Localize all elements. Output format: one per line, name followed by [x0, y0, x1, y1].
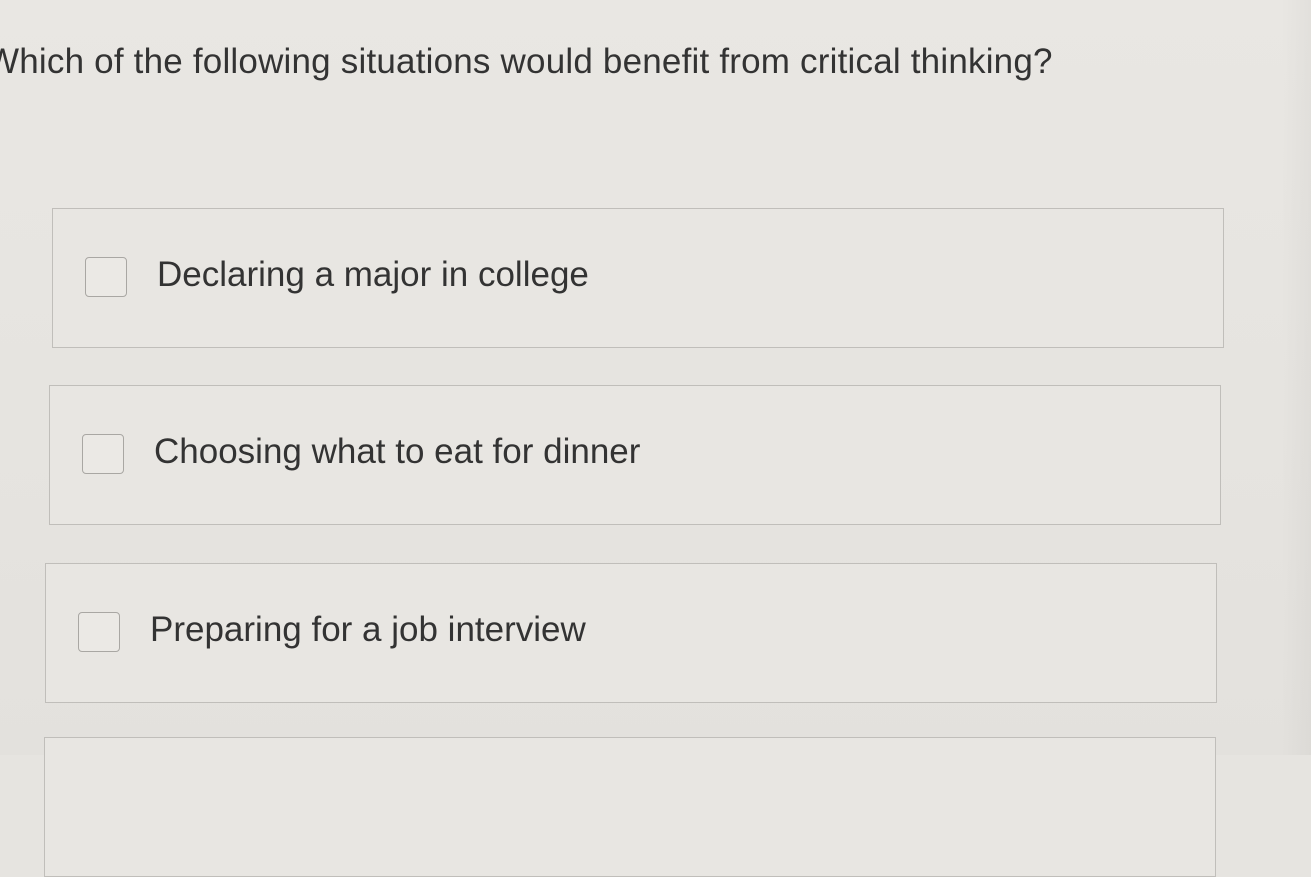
- checkbox-icon[interactable]: [78, 612, 120, 652]
- answer-option-declaring-major[interactable]: Declaring a major in college: [52, 208, 1224, 348]
- answer-option-choosing-dinner[interactable]: Choosing what to eat for dinner: [49, 385, 1221, 525]
- quiz-screen: Which of the following situations would …: [0, 0, 1311, 877]
- checkbox-icon[interactable]: [82, 434, 124, 474]
- answer-option-label: Preparing for a job interview: [150, 610, 586, 649]
- checkbox-icon[interactable]: [85, 257, 127, 297]
- answer-option-label: Declaring a major in college: [157, 255, 589, 294]
- page-edge: [1281, 0, 1311, 755]
- question-text: Which of the following situations would …: [0, 42, 1053, 81]
- answer-option-job-interview[interactable]: Preparing for a job interview: [45, 563, 1217, 703]
- answer-option-partial[interactable]: [44, 737, 1216, 877]
- answer-option-label: Choosing what to eat for dinner: [154, 432, 641, 471]
